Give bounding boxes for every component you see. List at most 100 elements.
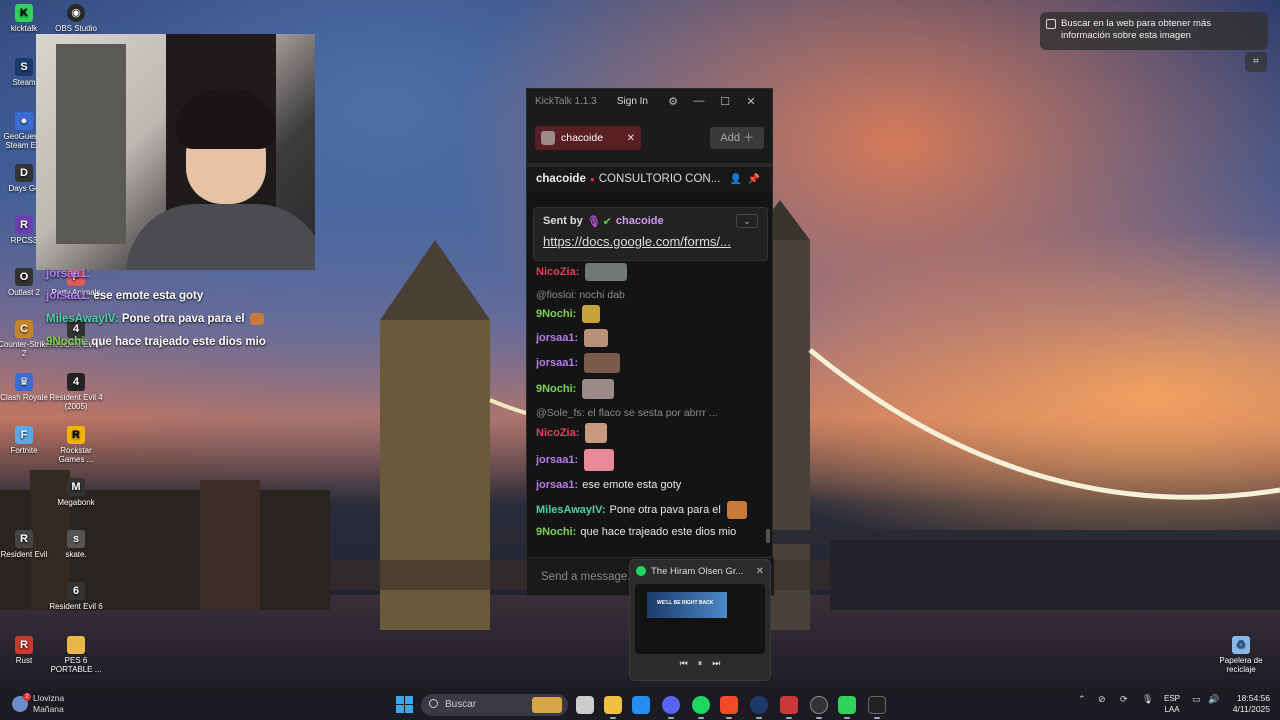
reply-context[interactable]: @Sole_fs: el flaco se sesta por abrrr ..… [536,407,718,419]
search-highlight-icon[interactable] [532,697,562,713]
reply-context[interactable]: @fiosloi: nochi dab [536,289,625,301]
emote-image [585,423,608,443]
fortnite-icon: F [15,426,33,444]
emote-image [582,305,601,323]
taskbar: 2 Llovizna Mañana Buscar ⌃ ⊘ ⟳ 🎙 ESP LAA… [0,690,1280,720]
desktop-icon-resident-evil[interactable]: R Resident Evil [0,530,52,559]
media-flyout: The Hiram Olsen Gr... ✕ WE'LL BE RIGHT B… [629,559,771,681]
chat-messages: NicoZia: @fiosloi: nochi dab 9Nochi: jor… [527,261,774,545]
bing-icon[interactable] [632,696,650,714]
emote-image [249,313,264,325]
spotify-icon [636,566,646,576]
close-icon[interactable]: ✕ [738,95,764,108]
desktop-icon-rockstar[interactable]: R Rockstar Games ... [48,426,104,464]
notification-badge: 2 [23,693,31,701]
rpcs3-icon: R [15,216,33,234]
re4-2005-icon: 4 [67,373,85,391]
rockstar-icon: R [67,426,85,444]
media-thumbnail[interactable]: WE'LL BE RIGHT BACK [635,584,765,654]
emote-image [584,449,615,471]
desktop-icon-rust[interactable]: R Rust [0,636,52,665]
megabonk-icon: M [67,478,85,496]
pinned-link[interactable]: https://docs.google.com/forms/... [543,234,758,249]
chat-message: jorsaa1: [536,329,609,347]
media-title: The Hiram Olsen Gr... [651,565,744,577]
settings-gear-icon[interactable]: ⚙ [660,95,686,108]
tab-chacoide[interactable]: chacoide ✕ [535,126,641,150]
obs-icon[interactable] [810,696,828,714]
chat-message: 9Nochi: [536,379,615,399]
clashroyale-icon: ♛ [15,373,33,391]
broadcaster-badge-icon: 🎙 [586,215,601,228]
desktop-icon-counter-strike[interactable]: C Counter-Strike 2 [0,320,52,358]
next-track-icon[interactable]: ⏭ [712,658,720,669]
weather-widget[interactable]: 2 Llovizna Mañana [12,693,64,715]
chevron-up-icon[interactable]: ⌃ [1078,694,1086,705]
re-icon: R [15,530,33,548]
recycle-bin-icon: ♻ [1232,636,1250,654]
discord-icon[interactable] [662,696,680,714]
image-search-icon [1046,19,1056,29]
file-explorer-icon[interactable] [604,696,622,714]
plus-icon: ＋ [743,132,754,144]
brave-icon[interactable] [720,696,738,714]
maximize-icon[interactable]: ☐ [712,95,738,108]
overlay-chat-line: 9Nochi: que hace trajeado este dios mio [46,336,266,348]
windows-start-icon[interactable] [396,696,413,713]
channel-name[interactable]: chacoide [536,173,586,185]
close-tab-icon[interactable]: ✕ [627,133,635,144]
desktop-icon-obs[interactable]: ◉ OBS Studio [48,4,104,33]
emote-image [582,379,615,399]
kicktalk-icon[interactable] [838,696,856,714]
skate-icon: s [67,530,85,548]
volume-icon[interactable]: 🔊 [1208,694,1219,705]
desktop-icon-megabonk[interactable]: M Megabonk [48,478,104,507]
chat-message: NicoZia: [536,423,608,443]
desktop-icon-kicktalk[interactable]: K kicktalk [0,4,52,33]
daysgone-icon: D [15,164,33,182]
overlay-chat-line: MilesAwayIV: Pone otra pava para el [46,313,264,325]
desktop-icon-skate[interactable]: s skate. [48,530,104,559]
steam-icon[interactable] [750,696,768,714]
minimize-icon[interactable]: — [686,95,712,107]
desktop-icon-pes6[interactable]: PES 6 PORTABLE ... [48,636,104,674]
taskbar-clock[interactable]: 18:54:56 4/11/2025 [1233,693,1270,715]
epic-games-icon[interactable] [868,696,886,714]
pause-icon[interactable]: ⏸ [698,658,703,669]
weather-icon: 2 [12,693,31,712]
pin-icon[interactable]: 📌 [745,174,763,185]
re6-icon: 6 [67,582,85,600]
network-off-icon[interactable]: ⊘ [1098,694,1106,705]
visual-search-tip[interactable]: Buscar en la web para obtener más inform… [1040,12,1268,50]
close-icon[interactable]: ✕ [756,566,764,577]
emote-image [585,263,628,281]
pinned-message: Sent by 🎙 ✔ chacoide ⌄ https://docs.goog… [533,207,768,261]
live-indicator-icon: ● [589,174,595,184]
overlay-chat-line: jorsaa1: ese emote esta goty [46,290,204,302]
search-icon [429,699,438,708]
task-view-icon[interactable] [576,696,594,714]
desktop-icon-resident-evil-4-2005[interactable]: 4 Resident Evil 4 (2005) [48,373,104,411]
desktop-icon-recycle-bin[interactable]: ♻ Papelera de reciclaje [1212,636,1270,674]
desktop-icon-fortnite[interactable]: F Fortnite [0,426,52,455]
language-indicator[interactable]: ESP LAA [1164,693,1180,715]
geoguessr-icon: ● [15,112,33,130]
desktop-icon-outlast[interactable]: O Outlast 2 [0,268,52,297]
spotify-icon[interactable] [692,696,710,714]
chevron-down-icon[interactable]: ⌄ [736,214,758,228]
voicemeeter-icon[interactable] [780,696,798,714]
chat-scrollbar[interactable] [766,529,770,543]
chat-message: MilesAwayIV: Pone otra pava para el [536,501,747,519]
sync-icon[interactable]: ⟳ [1120,694,1128,705]
desktop-icon-clash-royale[interactable]: ♛ Clash Royale [0,373,52,402]
desktop-icon-resident-evil-6[interactable]: 6 Resident Evil 6 [48,582,104,611]
lens-icon[interactable]: ⌗ [1245,52,1267,72]
previous-track-icon[interactable]: ⏮ [680,658,688,669]
add-channel-button[interactable]: Add ＋ [710,127,764,149]
sign-in-button[interactable]: Sign In [617,96,648,107]
chat-message: jorsaa1: [536,353,621,373]
user-icon[interactable]: 👤 [727,174,745,185]
folder-icon [67,636,85,654]
microphone-icon[interactable]: 🎙 [1142,694,1153,705]
display-icon[interactable]: ▭ [1192,694,1201,705]
